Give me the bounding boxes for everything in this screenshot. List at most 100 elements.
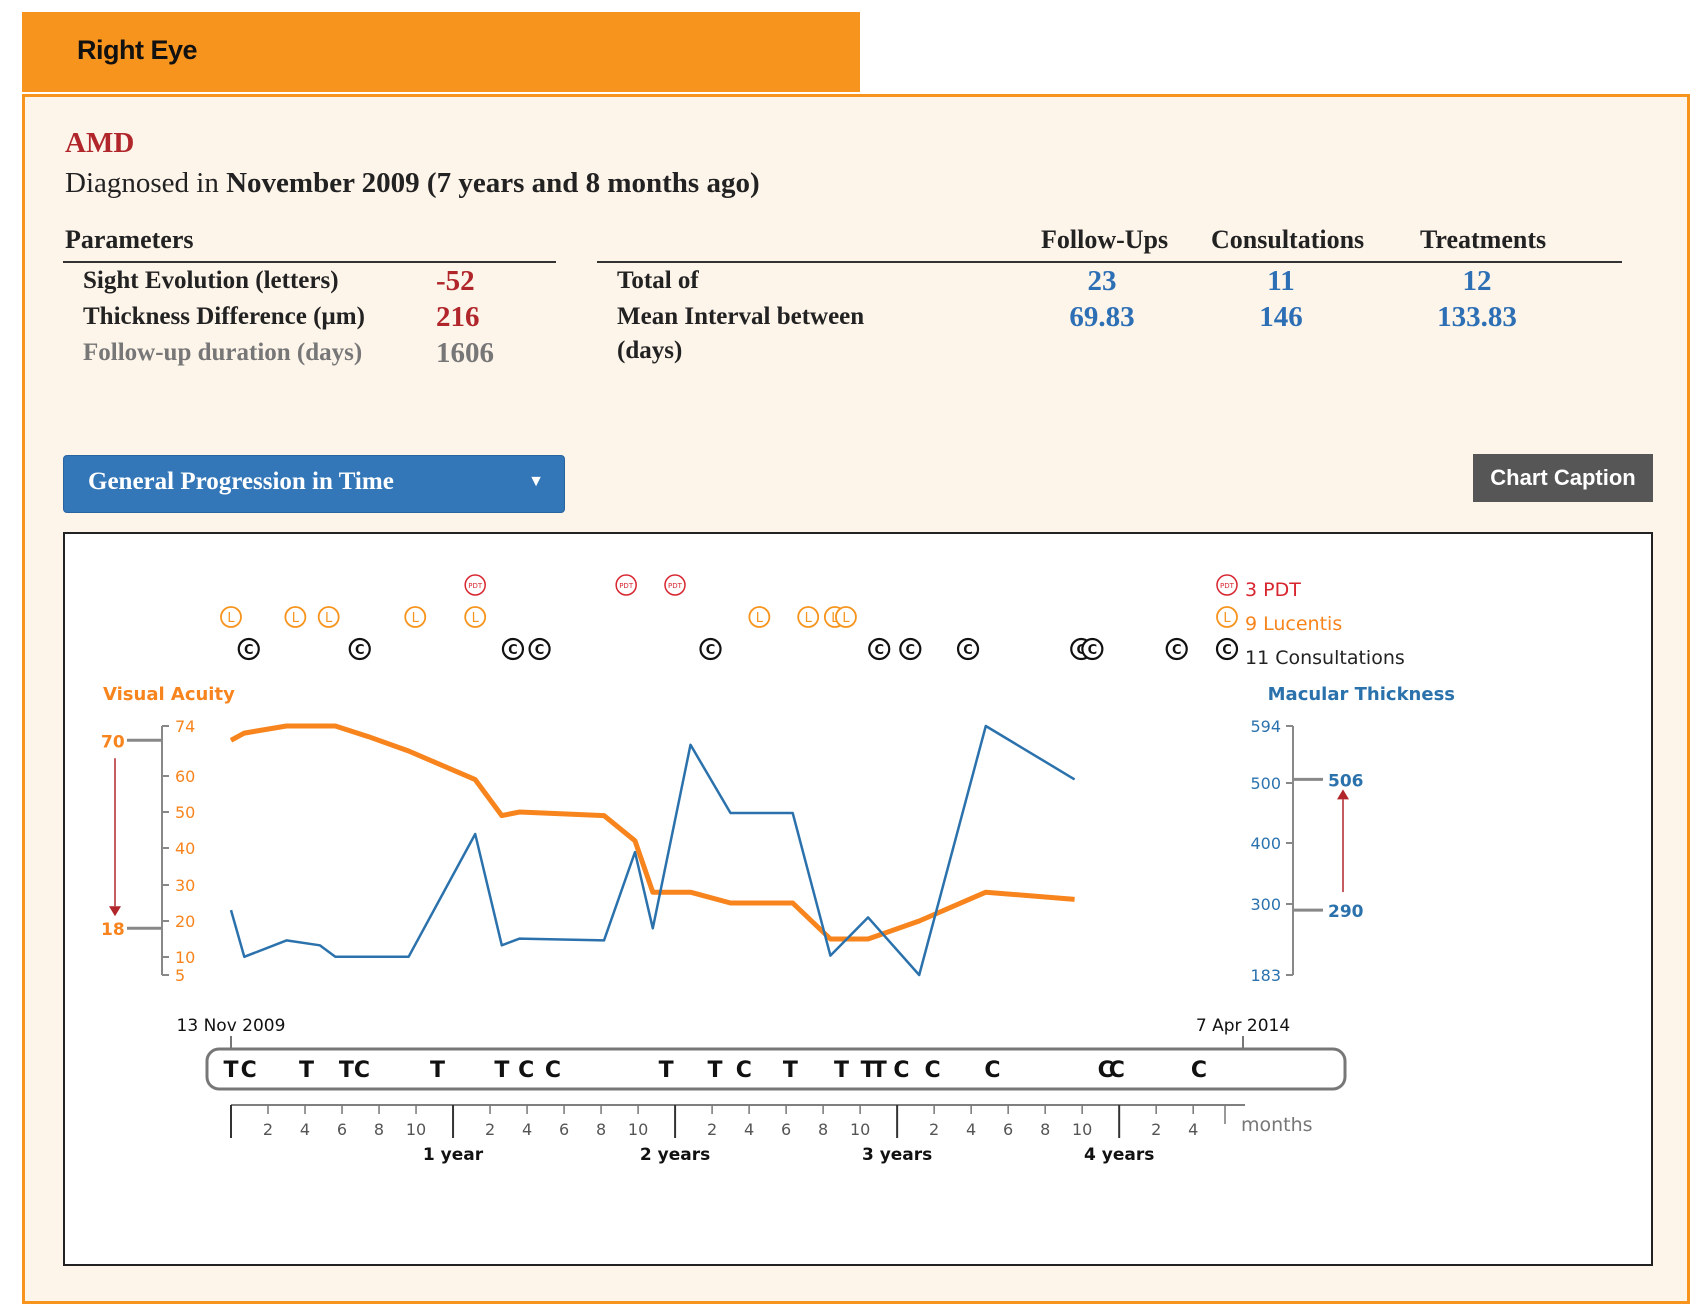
x-axis-tick-label: 6 [559,1120,569,1139]
acuity-end-value: 18 [101,920,125,940]
consultation-icon-text: C [963,643,973,658]
months-unit-label: months [1241,1114,1313,1136]
consultation-icon-text: C [1088,643,1098,658]
followup-duration-value: 1606 [436,337,494,369]
consultation-icon-text: C [535,643,545,658]
lucentis-icon-text: L [412,611,420,626]
legend-pdt: 3 PDT [1245,579,1301,601]
diagnosis-prefix: Diagnosed in [65,167,219,199]
right-eye-tab[interactable]: Right Eye [22,12,860,92]
x-axis-tick-label: 8 [374,1120,384,1139]
mean-interval-label: Mean Interval between [617,303,865,330]
legend-lucentis: 9 Lucentis [1245,613,1342,635]
treatment-timeline-bar [205,1047,1347,1091]
pdt-icon-text: PDT [468,582,483,590]
left-axis-title: Visual Acuity [103,684,235,705]
chart-type-dropdown[interactable]: General Progression in Time ▼ [63,455,565,513]
lucentis-icon-text: L [756,611,764,626]
sight-evolution-label: Sight Evolution (letters) [83,267,339,294]
parameters-divider [63,261,556,263]
timeline-event-t: T [707,1058,722,1083]
x-axis-tick-label: 2 [485,1120,495,1139]
chart-caption-button[interactable]: Chart Caption [1473,454,1653,502]
timeline-event-c: C [545,1058,561,1083]
timeline-event-t: T [339,1058,354,1083]
mean-interval-treatments: 133.83 [1437,301,1517,333]
followup-duration-label: Follow-up duration (days) [83,339,363,366]
consultation-icon-text: C [355,643,365,658]
x-axis-tick-label: 2 [1151,1120,1161,1139]
left-axis-tick-label: 60 [175,767,195,786]
progression-chart-svg: Visual Acuity Macular Thickness 3 PDT 9 … [101,574,1455,1165]
lucentis-icon-text: L [805,611,813,626]
x-axis-tick-label: 4 [522,1120,532,1139]
pdt-icon-text: PDT [668,582,683,590]
consultation-icon-text: C [508,643,518,658]
right-axis-title: Macular Thickness [1268,684,1455,705]
left-axis-tick-label: 5 [175,966,185,985]
end-date-label: 7 Apr 2014 [1196,1016,1290,1036]
right-axis-tick-label: 400 [1250,834,1281,853]
x-axis-year-label: 3 years [862,1145,932,1165]
consultation-icon-text: C [874,643,884,658]
right-axis-tick-label: 300 [1250,895,1281,914]
mean-interval-consultations: 146 [1259,301,1303,333]
timeline-event-t: T [494,1058,509,1083]
timeline-event-t: T [834,1058,849,1083]
consultations-header: Consultations [1211,225,1365,254]
macular-thickness-line [229,724,1076,977]
consultation-icon-text: C [1172,643,1182,658]
start-date-label: 13 Nov 2009 [177,1016,286,1036]
mean-interval-followups: 69.83 [1069,301,1135,333]
timeline-event-c: C [354,1058,370,1083]
timeline-event-t: T [299,1058,314,1083]
lucentis-icon-text: L [472,611,480,626]
sight-evolution-value: -52 [436,265,475,297]
legend-pdt-icon-text: PDT [1220,582,1235,590]
pdt-icon-text: PDT [619,582,634,590]
x-axis-tick-label: 8 [1040,1120,1050,1139]
total-followups: 23 [1087,265,1117,297]
total-consultations: 11 [1267,265,1295,297]
timeline-event-t: T [223,1058,238,1083]
x-axis-tick-label: 2 [263,1120,273,1139]
timeline-event-c: C [893,1058,909,1083]
x-axis-tick-label: 10 [850,1120,870,1139]
x-axis-tick-label: 4 [1188,1120,1198,1139]
stats-divider [597,261,1622,263]
x-axis-tick-label: 4 [966,1120,976,1139]
parameters-header: Parameters [65,225,194,254]
total-of-label: Total of [617,267,699,294]
visual-acuity-line [229,723,1075,942]
left-axis-tick-label: 30 [175,876,195,895]
x-axis-tick-label: 4 [300,1120,310,1139]
right-axis-tick-label: 183 [1250,966,1281,985]
lucentis-icon-text: L [227,611,235,626]
eye-panel: AMD Diagnosed in November 2009 (7 years … [22,94,1690,1304]
x-axis-year-label: 2 years [640,1145,710,1165]
legend-consultations: 11 Consultations [1245,647,1405,669]
dropdown-selected-value: General Progression in Time [88,468,394,495]
x-axis-tick-label: 2 [929,1120,939,1139]
left-axis-tick-label: 10 [175,948,195,967]
x-axis-tick-label: 6 [337,1120,347,1139]
timeline-event-c: C [1191,1058,1207,1083]
followups-header: Follow-Ups [1041,225,1169,254]
consultation-icon-text: C [906,643,916,658]
thickness-difference-label: Thickness Difference (µm) [83,303,365,330]
diagnosis-name: AMD [65,127,135,159]
timeline-event-t: T [659,1058,674,1083]
treatments-header: Treatments [1420,225,1547,254]
timeline-event-t: T [872,1058,887,1083]
diagnosis-date: November 2009 (7 years and 8 months ago) [226,167,760,199]
x-axis-tick-label: 8 [596,1120,606,1139]
acuity-start-value: 70 [101,732,125,752]
chevron-down-icon: ▼ [528,473,544,490]
tab-title: Right Eye [77,35,198,65]
thickness-end-value: 506 [1328,771,1364,791]
left-axis-tick-label: 74 [175,717,195,736]
x-axis-tick-label: 10 [1072,1120,1092,1139]
timeline-event-c: C [1109,1058,1125,1083]
lucentis-icon-text: L [325,611,333,626]
x-axis-year-label: 4 years [1084,1145,1154,1165]
